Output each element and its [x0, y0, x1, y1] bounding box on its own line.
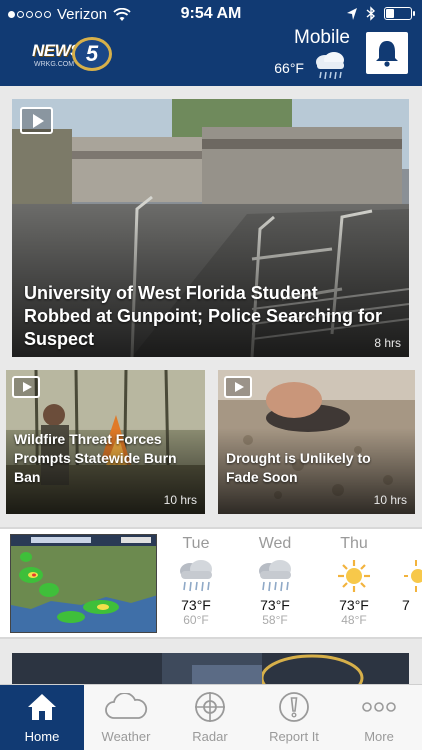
story-headline[interactable]: Wildfire Threat Forces Prompts Statewide…: [14, 430, 199, 487]
forecast-day[interactable]: Wed 73°F 58°F: [245, 535, 305, 627]
tab-report-it[interactable]: Report It: [252, 685, 336, 750]
tab-weather[interactable]: Weather: [84, 685, 168, 750]
alerts-button[interactable]: [366, 32, 408, 74]
story-headline[interactable]: University of West Florida Student Robbe…: [24, 282, 384, 351]
tab-radar[interactable]: Radar: [168, 685, 252, 750]
news-app: Verizon 9:54 AM NEWS 5 WRKG.COM Mobile 6…: [0, 0, 422, 750]
exclamation-icon: [279, 692, 309, 722]
location-arrow-icon: [347, 7, 357, 20]
story-card[interactable]: [12, 653, 409, 684]
video-play-icon: [12, 376, 40, 398]
tab-home[interactable]: Home: [0, 685, 84, 750]
station-logo[interactable]: NEWS 5 WRKG.COM: [32, 37, 116, 73]
rain-cloud-icon: [259, 560, 291, 592]
video-play-icon: [20, 107, 53, 134]
story-headline[interactable]: Drought is Unlikely to Fade Soon: [226, 449, 406, 487]
radar-thumbnail[interactable]: [10, 534, 157, 633]
sun-icon: [404, 560, 422, 592]
featured-story-card[interactable]: University of West Florida Student Robbe…: [12, 99, 409, 357]
cloud-icon: [105, 693, 148, 719]
battery-icon: [384, 7, 415, 20]
forecast-day[interactable]: Tue 73°F 60°F: [166, 535, 226, 627]
forecast-day[interactable]: Thu 73°F 48°F: [324, 535, 384, 627]
status-bar: Verizon 9:54 AM: [0, 0, 422, 28]
news-feed[interactable]: University of West Florida Student Robbe…: [0, 86, 422, 684]
story-card[interactable]: Wildfire Threat Forces Prompts Statewide…: [6, 370, 205, 514]
app-header: Verizon 9:54 AM NEWS 5 WRKG.COM Mobile 6…: [0, 0, 422, 86]
current-temperature[interactable]: 66°F: [274, 60, 304, 76]
story-card[interactable]: Drought is Unlikely to Fade Soon 10 hrs: [218, 370, 415, 514]
forecast-day[interactable]: 7: [402, 535, 422, 613]
tab-bar: Home Weather Radar Report It More: [0, 684, 422, 750]
weather-forecast-strip[interactable]: Tue 73°F 60°F Wed 73°F 58°F Thu 73°F 48°…: [0, 527, 422, 639]
bluetooth-icon: [366, 6, 376, 21]
sun-icon: [338, 560, 370, 592]
video-play-icon: [224, 376, 252, 398]
story-age: 8 hrs: [374, 336, 401, 350]
story-age: 10 hrs: [373, 493, 407, 507]
rain-cloud-icon: [316, 52, 344, 80]
bell-icon: [376, 41, 398, 67]
more-dots-icon: [362, 702, 396, 712]
home-icon: [28, 694, 56, 720]
story-photo: [12, 653, 409, 684]
tab-more[interactable]: More: [336, 685, 422, 750]
story-age: 10 hrs: [163, 493, 197, 507]
location-city[interactable]: Mobile: [294, 27, 350, 49]
crosshair-icon: [195, 692, 225, 722]
radar-map: [11, 535, 156, 632]
rain-cloud-icon: [180, 560, 212, 592]
